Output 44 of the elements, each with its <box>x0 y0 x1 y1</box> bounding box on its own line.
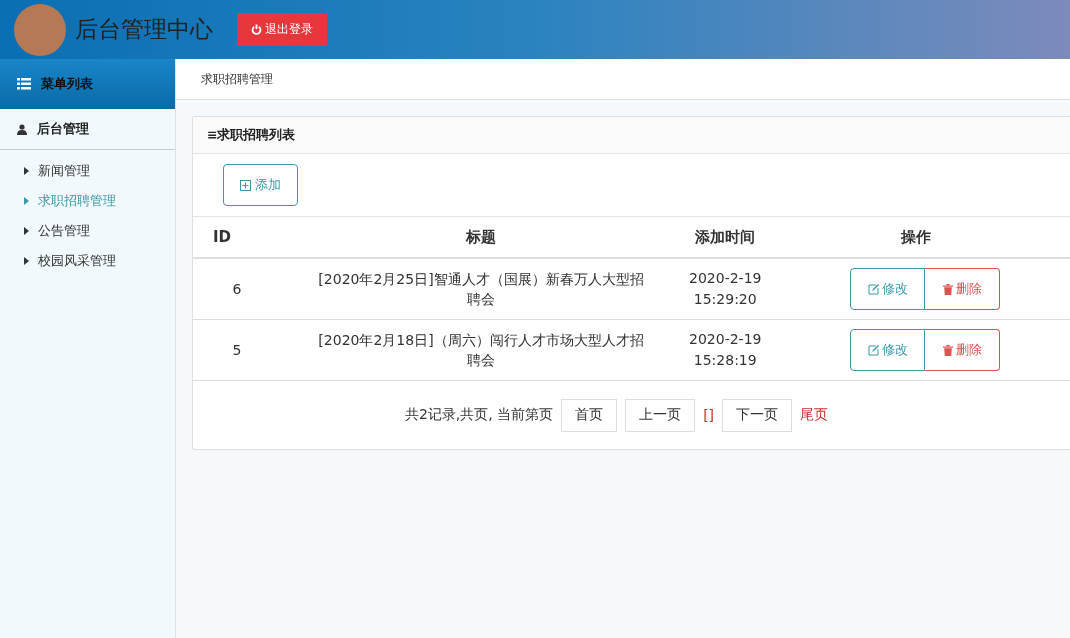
title-cell-text: [2020年2月25日]智通人才（国展）新春万人大型招聘会 <box>317 270 645 309</box>
time-cell-text: 2020-2-19 15:28:19 <box>689 330 762 370</box>
column-header: 添加时间 <box>695 227 756 246</box>
edit-button[interactable]: 修改 <box>850 329 926 371</box>
sidebar-item[interactable]: 新闻管理 <box>0 156 175 186</box>
id-cell: 6 <box>232 281 242 297</box>
avatar <box>14 3 66 56</box>
column-header: ID <box>213 228 232 246</box>
page-button[interactable]: 下一页 <box>722 398 793 432</box>
trash-icon <box>942 344 953 356</box>
list-icon <box>17 78 31 90</box>
page-button[interactable]: 上一页 <box>625 398 696 432</box>
page-link[interactable]: [] <box>703 407 715 423</box>
time-cell-text: 2020-2-19 15:29:20 <box>689 269 762 309</box>
sidebar-item[interactable]: 求职招聘管理 <box>0 186 175 216</box>
menu-title: 菜单列表 <box>41 75 93 93</box>
column-header: 操作 <box>901 227 932 246</box>
breadcrumb: 求职招聘管理 <box>201 70 273 88</box>
page-button[interactable]: 首页 <box>561 398 618 432</box>
power-icon <box>251 24 262 35</box>
plus-box-icon <box>240 179 251 191</box>
group-title: 后台管理 <box>37 120 89 138</box>
delete-button[interactable]: 删除 <box>925 329 1001 371</box>
edit-icon <box>867 283 879 295</box>
column-header: 标题 <box>466 227 496 246</box>
logout-button[interactable]: 退出登录 <box>237 13 327 46</box>
sidebar-item[interactable]: 公告管理 <box>0 216 175 246</box>
edit-button[interactable]: 修改 <box>850 268 926 310</box>
user-icon <box>17 123 27 135</box>
page-link[interactable]: 尾页 <box>800 406 829 424</box>
delete-button[interactable]: 删除 <box>925 268 1001 310</box>
sidebar-item[interactable]: 校园风采管理 <box>0 246 175 276</box>
caret-icon <box>24 227 29 235</box>
caret-icon <box>24 167 29 175</box>
title-cell-text: [2020年2月18日]（周六）闯行人才市场大型人才招聘会 <box>317 331 645 370</box>
id-cell: 5 <box>232 342 242 358</box>
pagination-info: 共2记录,共页, 当前第页 <box>404 406 554 424</box>
trash-icon <box>942 283 953 295</box>
caret-icon <box>24 197 29 205</box>
edit-icon <box>867 344 879 356</box>
panel-title: ≡求职招聘列表 <box>207 126 296 144</box>
site-title: 后台管理中心 <box>75 15 213 44</box>
caret-icon <box>24 257 29 265</box>
add-button[interactable]: 添加 <box>223 164 298 206</box>
